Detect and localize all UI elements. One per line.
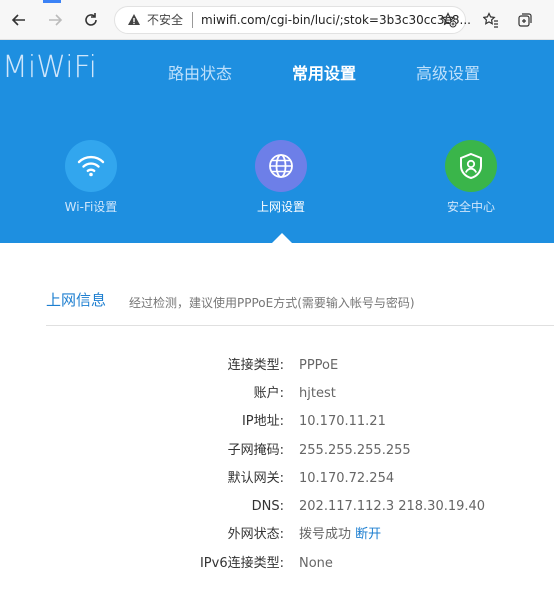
account-label: 账户: [253,386,284,401]
warning-icon[interactable] [127,13,141,27]
forward-button[interactable] [45,10,65,30]
section-description: 经过检测，建议使用PPPoE方式(需要输入帐号与密码) [129,296,415,310]
default-gateway-label: 默认网关: [227,471,284,486]
nav-router-status[interactable]: 路由状态 [168,64,232,84]
browser-toolbar: 不安全 miwifi.com/cgi-bin/luci/;stok=3b3c30… [0,0,554,40]
address-bar[interactable]: 不安全 miwifi.com/cgi-bin/luci/;stok=3b3c30… [114,6,471,34]
wifi-settings-button[interactable] [65,140,117,192]
forward-arrow-icon [49,14,63,26]
collections-icon [518,13,532,27]
miwifi-logo[interactable]: MiWiFi [2,50,97,86]
nav-common-settings[interactable]: 常用设置 [292,64,356,84]
security-center-label[interactable]: 安全中心 [421,200,521,214]
url-text[interactable]: miwifi.com/cgi-bin/luci/;stok=3b3c30cc3e… [201,13,471,27]
wifi-icon [77,155,105,177]
favorites-button[interactable] [481,10,501,30]
section-title: 上网信息 [46,291,107,309]
connection-type-value: PPPoE [299,358,339,373]
section-divider [46,325,554,326]
wan-status-label: 外网状态: [227,527,284,542]
ipv6-connection-type-label: IPv6连接类型: [199,556,284,571]
wan-status-value: 拨号成功 [299,527,352,542]
default-gateway-value: 10.170.72.254 [299,471,395,486]
ip-address-label: IP地址: [241,414,284,429]
insecure-label[interactable]: 不安全 [147,13,183,27]
wan-status-value-group: 拨号成功 断开 [299,527,381,543]
globe-icon [269,154,293,178]
subnet-mask-value: 255.255.255.255 [299,443,411,458]
shield-user-icon [460,152,482,180]
address-separator [192,12,193,28]
add-favorite-icon[interactable] [441,12,457,28]
wifi-settings-label[interactable]: Wi-Fi设置 [41,200,141,214]
subnet-mask-label: 子网掩码: [227,443,284,458]
router-header: MiWiFi 路由状态 常用设置 高级设置 Wi-Fi设置 上网设置 安全中心 [0,40,554,243]
back-arrow-icon [11,14,25,26]
ip-address-value: 10.170.11.21 [299,414,386,429]
favorites-star-icon [483,12,498,28]
internet-settings-button[interactable] [255,140,307,192]
internet-settings-label[interactable]: 上网设置 [231,200,331,214]
collections-button[interactable] [515,10,535,30]
active-tab-indicator [43,0,61,3]
connection-type-label: 连接类型: [227,358,284,373]
dns-value: 202.117.112.3 218.30.19.40 [299,499,486,514]
back-button[interactable] [9,10,29,30]
active-subnav-pointer [272,233,292,243]
dns-label: DNS: [251,499,284,514]
refresh-icon [85,13,97,26]
disconnect-link[interactable]: 断开 [355,527,381,542]
account-value: hjtest [299,386,336,401]
security-center-button[interactable] [445,140,497,192]
nav-advanced-settings[interactable]: 高级设置 [416,64,480,84]
refresh-button[interactable] [81,10,101,30]
ipv6-connection-type-value: None [299,556,333,571]
